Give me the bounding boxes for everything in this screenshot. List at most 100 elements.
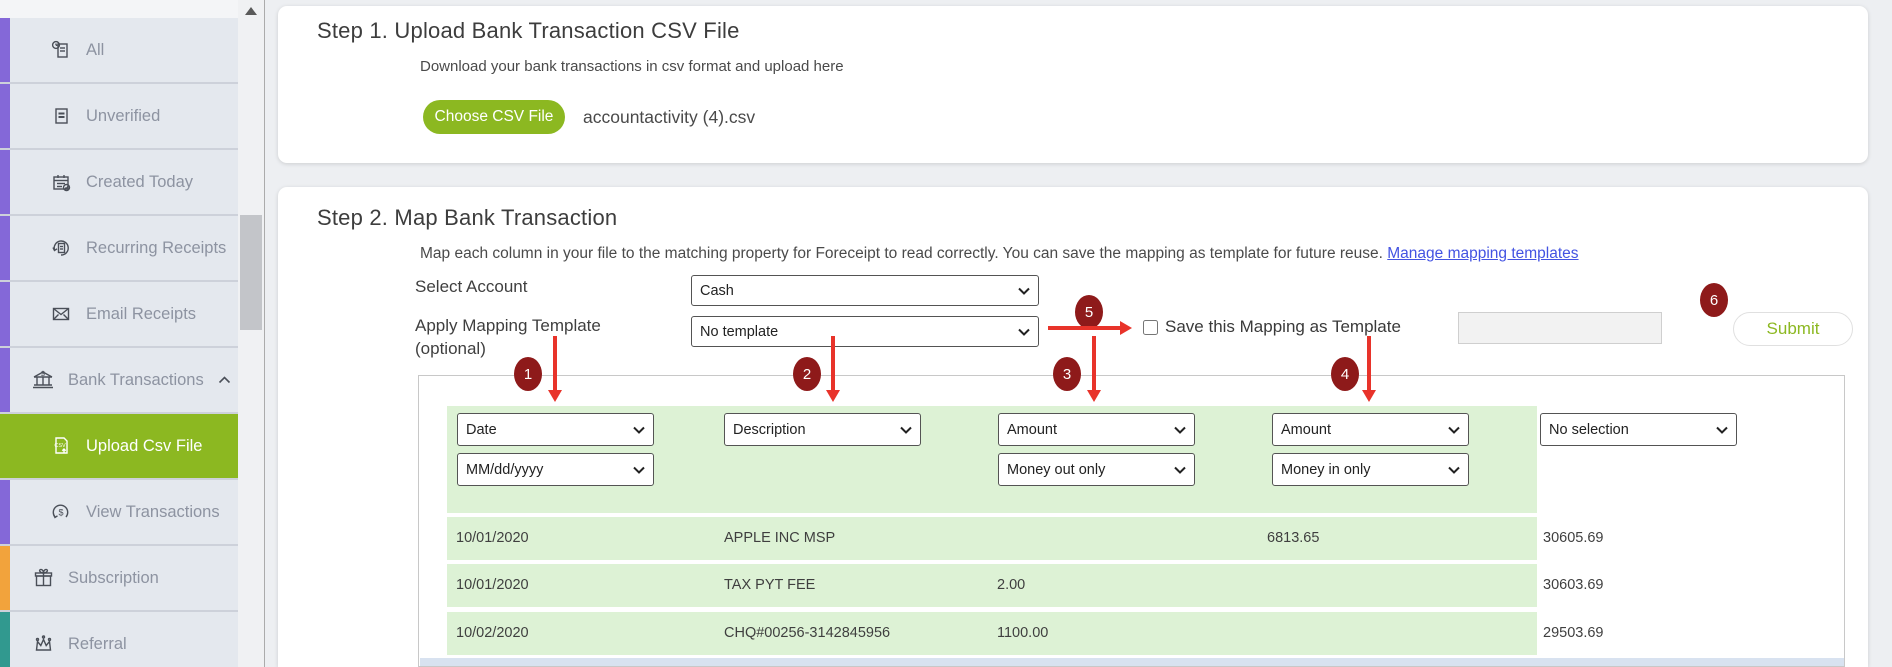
submit-button[interactable]: Submit bbox=[1733, 312, 1853, 346]
chevron-down-icon bbox=[1448, 426, 1460, 434]
instruction-text: Map each column in your file to the matc… bbox=[420, 245, 1383, 262]
upload-csv-page: All Unverified Created Today Recurring R… bbox=[0, 0, 1892, 667]
annotation-arrow-2-head bbox=[826, 390, 840, 402]
table-row bbox=[447, 517, 1537, 560]
column3-property-value: Amount bbox=[1007, 422, 1057, 438]
column1-property-select[interactable]: Date bbox=[457, 413, 654, 446]
sidebar-item-unverified[interactable]: Unverified bbox=[0, 84, 238, 150]
sidebar-item-recurring-receipts[interactable]: Recurring Receipts bbox=[0, 216, 238, 282]
column4-property-value: Amount bbox=[1281, 422, 1331, 438]
chevron-down-icon bbox=[900, 426, 912, 434]
sidebar-item-created-today[interactable]: Created Today bbox=[0, 150, 238, 216]
chevron-down-icon bbox=[1716, 426, 1728, 434]
scroll-up-arrow-icon[interactable] bbox=[245, 7, 257, 15]
annotation-arrow-5-head bbox=[1120, 321, 1132, 335]
chevron-down-icon bbox=[1174, 426, 1186, 434]
table-bottom-strip bbox=[420, 658, 1844, 667]
column3-format-select[interactable]: Money out only bbox=[998, 453, 1195, 486]
sidebar-item-label: Upload Csv File bbox=[86, 437, 202, 456]
svg-text:$: $ bbox=[58, 508, 63, 518]
scrollbar-thumb[interactable] bbox=[240, 215, 262, 330]
sidebar-item-email-receipts[interactable]: Email Receipts bbox=[0, 282, 238, 348]
column1-format-select[interactable]: MM/dd/yyyy bbox=[457, 453, 654, 486]
column5-property-select[interactable]: No selection bbox=[1540, 413, 1737, 446]
column3-format-value: Money out only bbox=[1007, 462, 1105, 478]
column3-property-select[interactable]: Amount bbox=[998, 413, 1195, 446]
sidebar-item-label: Created Today bbox=[86, 173, 193, 192]
apply-template-label-line1: Apply Mapping Template bbox=[415, 314, 601, 337]
step1-subtitle: Download your bank transactions in csv f… bbox=[420, 58, 844, 75]
sidebar-scrollbar[interactable] bbox=[238, 0, 265, 667]
annotation-arrow-1-head bbox=[548, 390, 562, 402]
mapping-template-select[interactable]: No template bbox=[691, 316, 1039, 347]
choose-csv-file-button[interactable]: Choose CSV File bbox=[423, 100, 565, 134]
row2-date: 10/01/2020 bbox=[456, 564, 529, 607]
recurring-receipts-icon bbox=[48, 237, 74, 259]
column1-format-value: MM/dd/yyyy bbox=[466, 462, 543, 478]
row2-balance: 30603.69 bbox=[1543, 564, 1603, 607]
mapping-table: Date Description Amount Amount No select… bbox=[418, 375, 1845, 667]
accent-bar bbox=[0, 18, 10, 82]
step1-card: Step 1. Upload Bank Transaction CSV File… bbox=[278, 6, 1868, 163]
sidebar-item-view-transactions[interactable]: $ View Transactions bbox=[0, 480, 238, 546]
sidebar-item-label: Recurring Receipts bbox=[86, 239, 226, 258]
sidebar-item-referral[interactable]: Referral bbox=[0, 612, 238, 667]
row3-description: CHQ#00256-3142845956 bbox=[724, 612, 890, 655]
column2-property-value: Description bbox=[733, 422, 806, 438]
step2-title: Step 2. Map Bank Transaction bbox=[317, 205, 617, 231]
chevron-down-icon bbox=[1174, 466, 1186, 474]
column4-property-select[interactable]: Amount bbox=[1272, 413, 1469, 446]
account-select[interactable]: Cash bbox=[691, 275, 1039, 306]
accent-bar bbox=[0, 348, 10, 412]
column2-property-select[interactable]: Description bbox=[724, 413, 921, 446]
accent-bar bbox=[0, 216, 10, 280]
step2-card: Step 2. Map Bank Transaction Map each co… bbox=[278, 187, 1868, 667]
sidebar-item-subscription[interactable]: Subscription bbox=[0, 546, 238, 612]
column4-format-value: Money in only bbox=[1281, 462, 1370, 478]
accent-bar bbox=[0, 414, 10, 478]
referral-icon bbox=[30, 633, 56, 655]
view-transactions-icon: $ bbox=[48, 501, 74, 523]
accent-bar bbox=[0, 84, 10, 148]
accent-bar bbox=[0, 546, 10, 610]
chevron-down-icon bbox=[1448, 466, 1460, 474]
account-select-value: Cash bbox=[700, 283, 734, 299]
save-mapping-label: Save this Mapping as Template bbox=[1165, 317, 1401, 337]
uploaded-filename: accountactivity (4).csv bbox=[583, 107, 755, 128]
annotation-arrow-5 bbox=[1048, 326, 1120, 330]
manage-mapping-templates-link[interactable]: Manage mapping templates bbox=[1387, 245, 1578, 262]
step2-instruction: Map each column in your file to the matc… bbox=[420, 245, 1579, 263]
column4-format-select[interactable]: Money in only bbox=[1272, 453, 1469, 486]
sidebar-item-label: Unverified bbox=[86, 107, 160, 126]
row3-balance: 29503.69 bbox=[1543, 612, 1603, 655]
apply-template-label-line2: (optional) bbox=[415, 337, 601, 360]
template-name-input[interactable] bbox=[1458, 312, 1662, 344]
subscription-icon bbox=[30, 567, 56, 589]
accent-bar bbox=[0, 150, 10, 214]
annotation-badge-1: 1 bbox=[514, 357, 542, 391]
chevron-down-icon bbox=[1018, 328, 1030, 336]
bank-transactions-icon: $ bbox=[30, 369, 56, 391]
annotation-arrow-4 bbox=[1367, 336, 1371, 390]
chevron-down-icon bbox=[1018, 287, 1030, 295]
sidebar-item-upload-csv-file[interactable]: CSV Upload Csv File bbox=[0, 414, 238, 480]
annotation-badge-5: 5 bbox=[1075, 295, 1103, 329]
row1-balance: 30605.69 bbox=[1543, 517, 1603, 560]
sidebar-item-label: View Transactions bbox=[86, 503, 220, 522]
sidebar-item-label: Subscription bbox=[68, 569, 159, 588]
sidebar-item-label: All bbox=[86, 41, 104, 60]
row1-date: 10/01/2020 bbox=[456, 517, 529, 560]
sidebar-item-all[interactable]: All bbox=[0, 18, 238, 84]
chevron-down-icon bbox=[633, 466, 645, 474]
sidebar-item-bank-transactions[interactable]: $ Bank Transactions bbox=[0, 348, 238, 414]
save-mapping-checkbox[interactable] bbox=[1143, 320, 1158, 335]
chevron-up-icon[interactable] bbox=[218, 376, 231, 384]
chevron-down-icon bbox=[633, 426, 645, 434]
column1-property-value: Date bbox=[466, 422, 497, 438]
annotation-arrow-3-head bbox=[1087, 390, 1101, 402]
annotation-badge-6: 6 bbox=[1700, 283, 1728, 317]
row2-money-out: 2.00 bbox=[997, 564, 1025, 607]
sidebar-item-label: Referral bbox=[68, 635, 127, 654]
accent-bar bbox=[0, 612, 10, 667]
row3-money-out: 1100.00 bbox=[997, 612, 1048, 655]
